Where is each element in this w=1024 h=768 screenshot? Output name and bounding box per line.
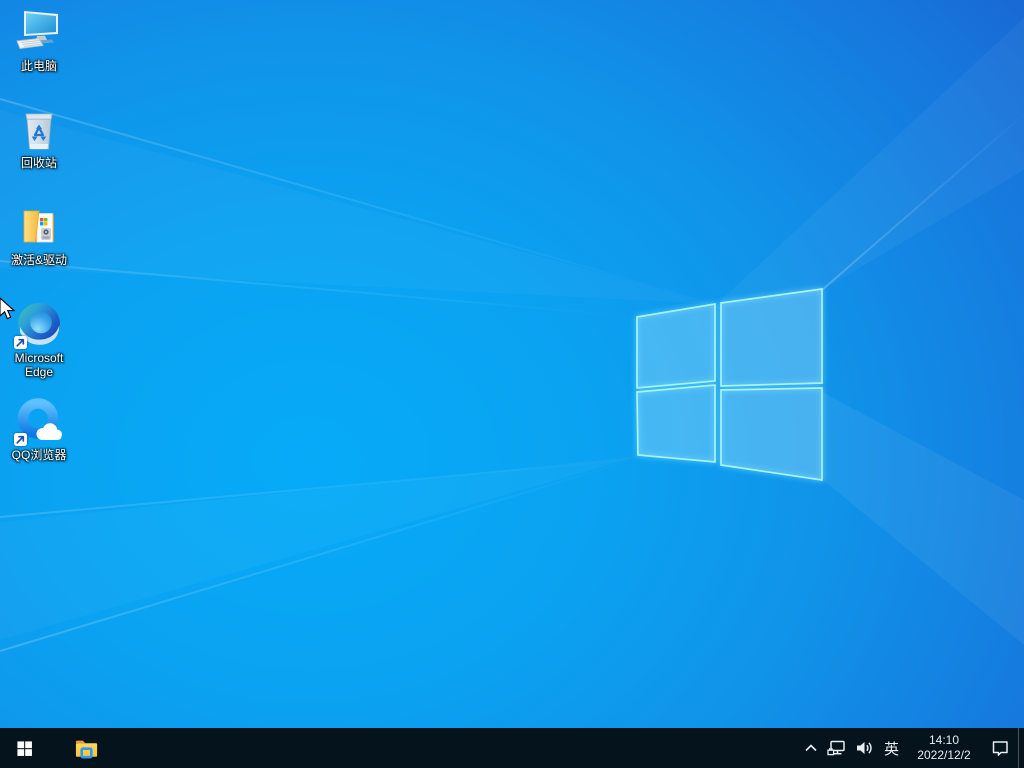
desktop-icon-this-pc[interactable]: 此电脑 (1, 8, 77, 73)
windows-logo-icon (16, 740, 33, 757)
light-ray (0, 457, 652, 518)
volume-tray-button[interactable] (850, 728, 877, 768)
notification-bubble-icon (990, 738, 1010, 758)
windows-logo-wallpaper (0, 0, 1024, 768)
clock-tray-button[interactable]: 14:10 2022/12/2 (906, 728, 982, 768)
light-wedge (0, 0, 1024, 768)
desktop-icon-qq-browser[interactable]: QQ浏览器 (1, 397, 77, 462)
ime-label: 英 (884, 738, 899, 759)
microsoft-edge-icon (15, 300, 63, 348)
file-explorer-icon (74, 736, 99, 761)
desktop-icon-recycle-bin[interactable]: 回收站 (1, 105, 77, 170)
network-tray-button[interactable] (823, 728, 850, 768)
shortcut-arrow-badge (14, 336, 27, 349)
taskbar: 英 14:10 2022/12/2 (0, 728, 1024, 768)
desktop-icon-label: QQ浏览器 (1, 448, 77, 462)
desktop-icon-activation-drivers[interactable]: 激活&驱动 (1, 202, 77, 267)
start-button[interactable] (0, 728, 48, 768)
light-wedge (0, 0, 1024, 768)
recycle-bin-icon (15, 105, 63, 153)
light-wedge (0, 0, 1024, 768)
action-center-button[interactable] (982, 728, 1018, 768)
desktop-icon-label: Microsoft Edge (1, 351, 77, 379)
open-folder-icon (15, 202, 63, 250)
light-wedge (0, 0, 1024, 768)
light-ray (0, 98, 707, 303)
shortcut-arrow-badge (14, 433, 27, 446)
wired-network-icon (827, 738, 847, 758)
light-ray (0, 260, 648, 319)
speaker-icon (854, 738, 874, 758)
show-desktop-button[interactable] (1018, 728, 1024, 768)
desktop-wallpaper: 此电脑 回收站 (0, 0, 1024, 768)
this-pc-icon (15, 8, 63, 56)
desktop-icon-microsoft-edge[interactable]: Microsoft Edge (1, 300, 77, 379)
qq-browser-icon (15, 397, 63, 445)
file-explorer-button[interactable] (64, 728, 108, 768)
desktop-icon-label: 回收站 (1, 156, 77, 170)
taskbar-empty-area (108, 728, 799, 768)
clock-date: 2022/12/2 (917, 748, 970, 763)
clock-time: 14:10 (929, 733, 959, 748)
desktop-icon-label: 此电脑 (1, 59, 77, 73)
light-ray (0, 455, 646, 652)
show-hidden-icons-button[interactable] (799, 728, 823, 768)
desktop-icon-label: 激活&驱动 (1, 253, 77, 267)
ime-language-indicator[interactable]: 英 (877, 728, 906, 768)
chevron-up-icon (802, 739, 820, 757)
light-ray (821, 106, 1024, 291)
